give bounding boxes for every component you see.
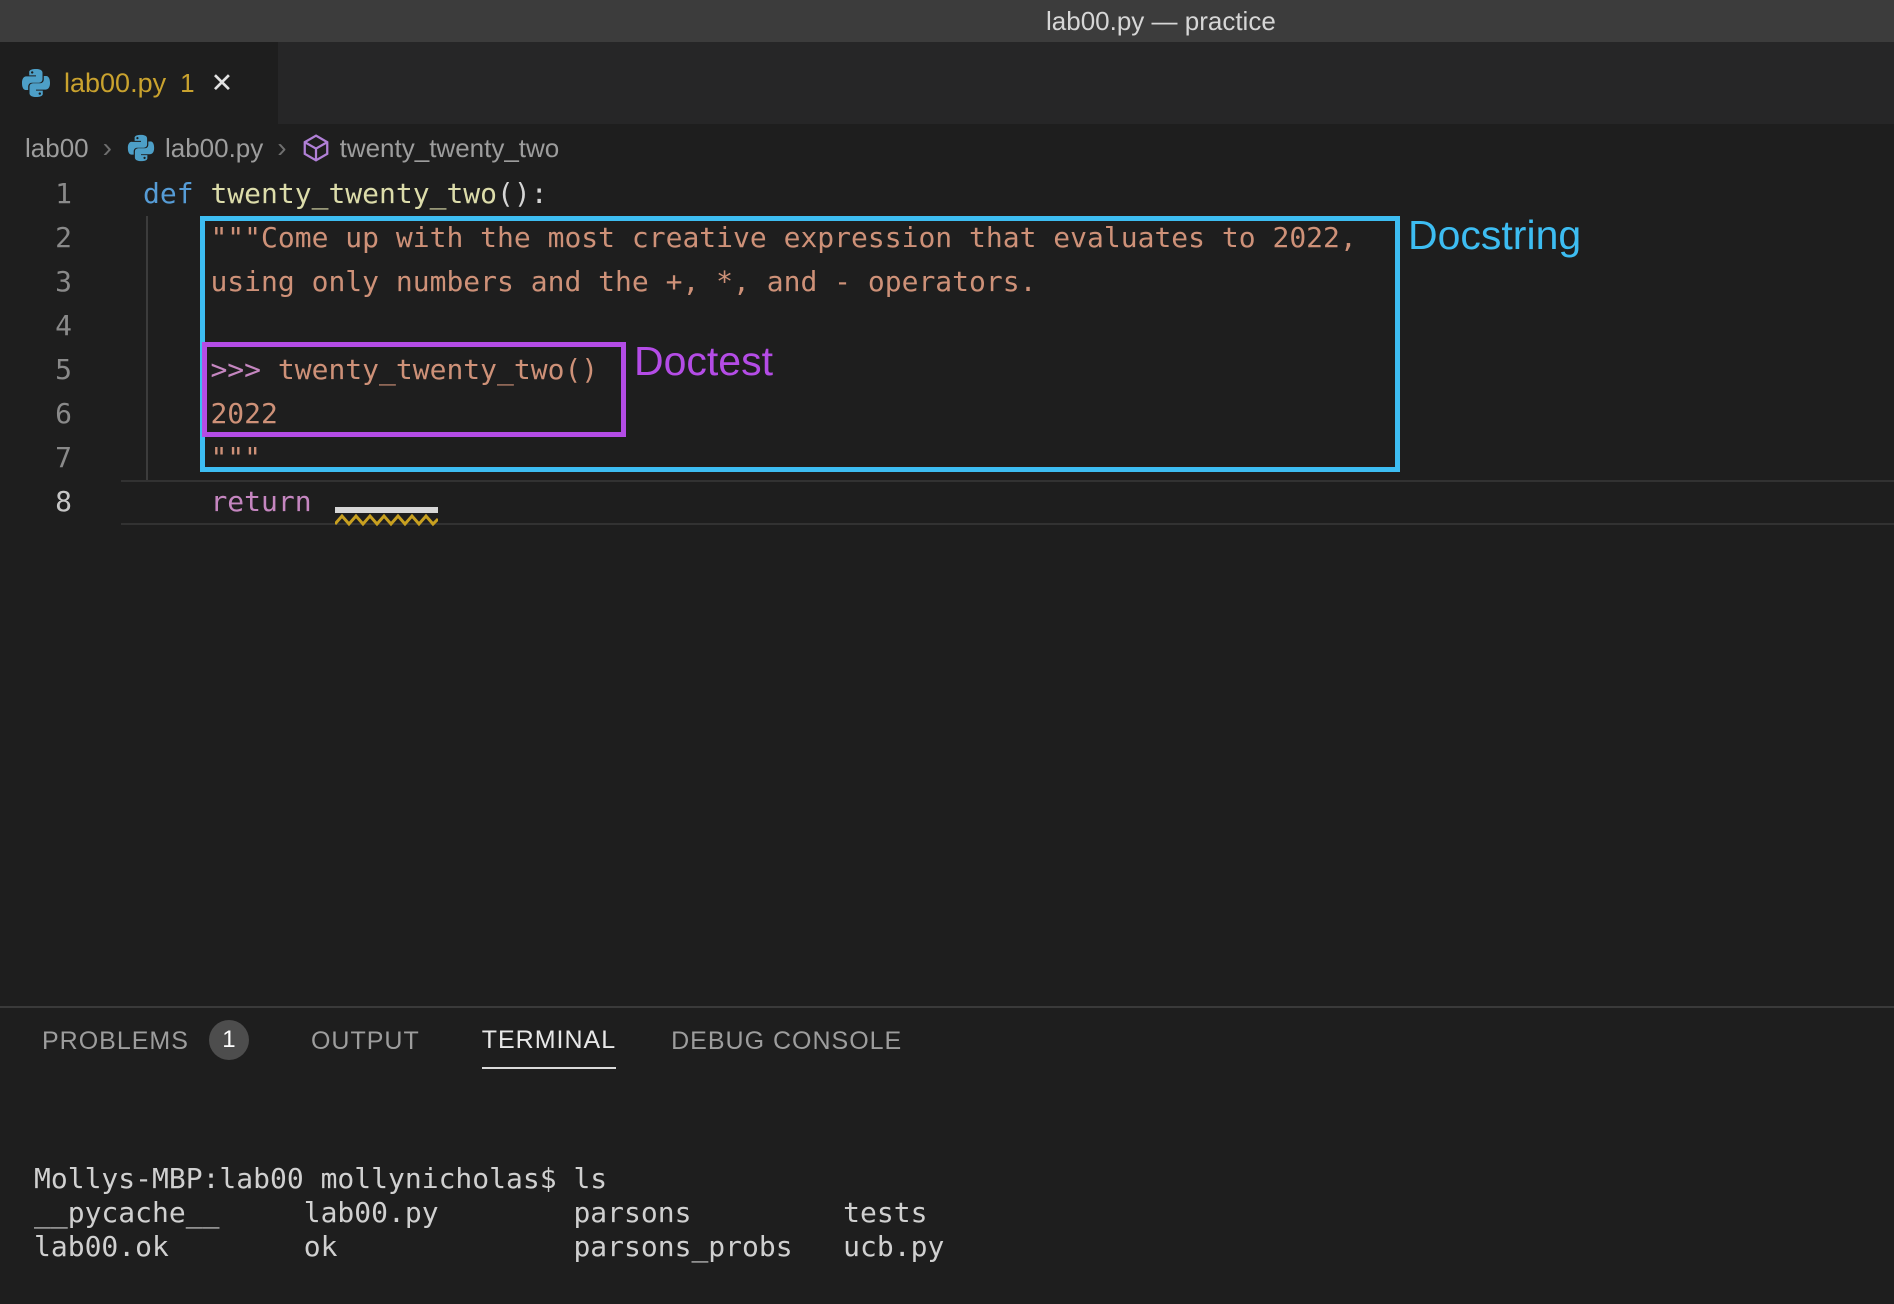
terminal-line: lab00.ok ok parsons_probs ucb.py (34, 1230, 944, 1264)
panel-tabs: PROBLEMS 1 OUTPUT TERMINAL DEBUG CONSOLE (0, 1008, 1894, 1072)
tab-close-icon[interactable]: ✕ (211, 70, 234, 97)
window-title: lab00.py — practice (1046, 0, 1276, 42)
vscode-window: { "title_bar": { "title": "lab00.py — pr… (0, 0, 1894, 1304)
code-text: def twenty_twenty_two(): (72, 172, 548, 216)
tab-problems[interactable]: PROBLEMS (42, 1012, 189, 1068)
breadcrumb-symbol-label: twenty_twenty_two (340, 133, 560, 164)
docstring-annotation-label: Docstring (1408, 212, 1581, 259)
chevron-right-icon: › (103, 132, 112, 164)
line-number: 8 (0, 480, 72, 524)
breadcrumb-folder[interactable]: lab00 (25, 133, 89, 164)
code-text: return (72, 480, 328, 524)
tab-label: lab00.py (64, 68, 166, 99)
doctest-annotation-box (202, 342, 626, 437)
breadcrumb: lab00 › lab00.py › twenty_twenty_two (0, 124, 1894, 172)
terminal-line: __pycache__ lab00.py parsons tests (34, 1196, 944, 1230)
line-number: 3 (0, 260, 72, 304)
doctest-annotation-label: Doctest (634, 338, 773, 385)
breadcrumb-symbol[interactable]: twenty_twenty_two (301, 133, 560, 164)
title-bar: lab00.py — practice (0, 0, 1894, 42)
symbol-method-icon (301, 133, 331, 163)
bottom-panel: PROBLEMS 1 OUTPUT TERMINAL DEBUG CONSOLE… (0, 1006, 1894, 1304)
python-icon (20, 67, 52, 99)
code-text (72, 304, 143, 348)
line-number: 7 (0, 436, 72, 480)
line-number: 5 (0, 348, 72, 392)
breadcrumb-folder-label: lab00 (25, 133, 89, 164)
python-icon (126, 133, 156, 163)
tab-problem-count: 1 (180, 68, 194, 99)
line-number: 2 (0, 216, 72, 260)
problems-count-badge: 1 (209, 1020, 249, 1060)
terminal-output: Mollys-MBP:lab00 mollynicholas$ ls__pyca… (34, 1162, 944, 1264)
chevron-right-icon: › (277, 132, 286, 164)
tab-terminal[interactable]: TERMINAL (482, 1011, 616, 1069)
breadcrumb-file-label: lab00.py (165, 133, 263, 164)
tab-strip: lab00.py 1 ✕ (0, 42, 1894, 124)
editor-region: lab00 › lab00.py › twenty_twenty_two 1de… (0, 124, 1894, 1006)
code-line-8[interactable]: 8 return (0, 480, 1894, 524)
tab-output[interactable]: OUTPUT (311, 1012, 420, 1068)
breadcrumb-file[interactable]: lab00.py (126, 133, 263, 164)
warning-squiggle-icon (335, 513, 438, 527)
terminal-line: Mollys-MBP:lab00 mollynicholas$ ls (34, 1162, 944, 1196)
line-number: 6 (0, 392, 72, 436)
tab-lab00-py[interactable]: lab00.py 1 ✕ (0, 42, 278, 124)
line-number: 1 (0, 172, 72, 216)
code-line-1[interactable]: 1def twenty_twenty_two(): (0, 172, 1894, 216)
tab-debug-console[interactable]: DEBUG CONSOLE (671, 1012, 902, 1068)
line-number: 4 (0, 304, 72, 348)
terminal[interactable]: Mollys-MBP:lab00 mollynicholas$ ls__pyca… (34, 1094, 944, 1304)
